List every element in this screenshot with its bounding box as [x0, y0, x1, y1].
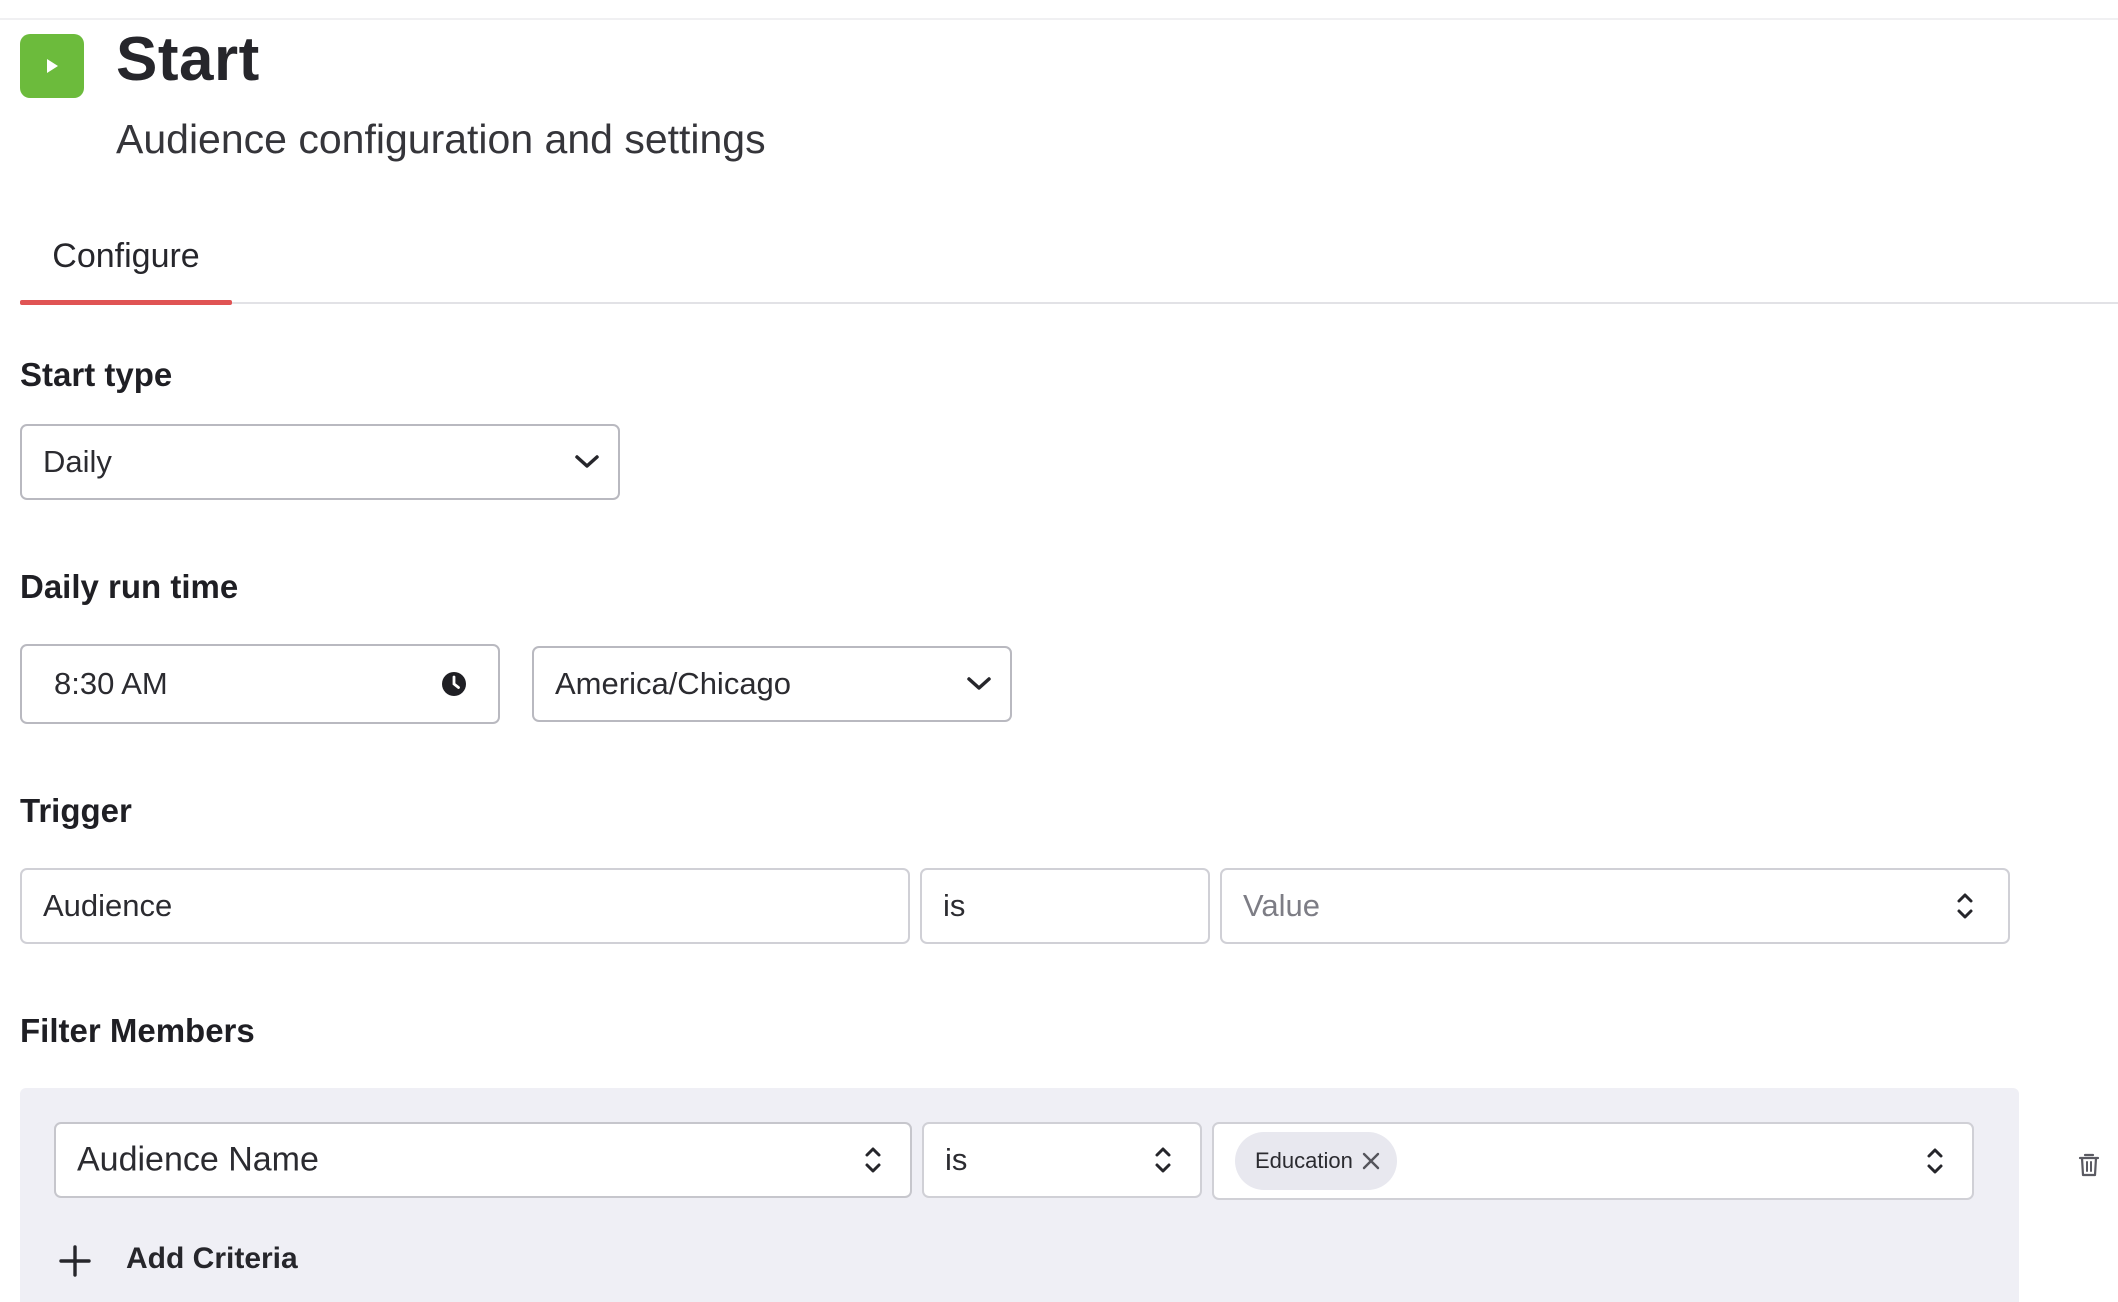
trash-icon — [2078, 1153, 2100, 1177]
delete-criteria-button[interactable] — [2078, 1152, 2100, 1183]
sort-arrows-icon — [1957, 893, 1973, 919]
run-time-input[interactable]: 8:30 AM — [20, 644, 500, 724]
trigger-operator-value: is — [943, 888, 966, 923]
chip-label: Education — [1255, 1148, 1353, 1173]
plus-icon — [59, 1245, 91, 1277]
page: Start Audience configuration and setting… — [0, 0, 2118, 1302]
value-chip-education: Education — [1235, 1132, 1397, 1190]
criteria-field-select[interactable]: Audience Name — [54, 1122, 912, 1198]
chevron-down-icon — [967, 677, 991, 690]
criteria-operator-value: is — [945, 1142, 968, 1177]
page-subtitle: Audience configuration and settings — [116, 116, 766, 162]
page-title: Start — [116, 25, 260, 94]
trigger-value-select[interactable]: Value — [1220, 868, 2010, 944]
daily-run-time-label: Daily run time — [20, 568, 239, 605]
criteria-operator-select[interactable]: is — [922, 1122, 1202, 1198]
run-time-value: 8:30 AM — [54, 666, 168, 701]
timezone-value: America/Chicago — [555, 666, 792, 701]
chevron-down-icon — [575, 455, 599, 468]
start-type-select[interactable]: Daily — [20, 424, 620, 500]
start-type-label: Start type — [20, 356, 173, 393]
timezone-select[interactable]: America/Chicago — [532, 646, 1012, 722]
trigger-operator-input[interactable]: is — [920, 868, 1210, 944]
filter-members-label: Filter Members — [20, 1012, 255, 1049]
trigger-label: Trigger — [20, 792, 132, 829]
trigger-field-value: Audience — [43, 888, 173, 923]
tab-configure[interactable]: Configure — [20, 228, 232, 306]
trigger-value-placeholder: Value — [1243, 888, 1320, 923]
sort-arrows-icon — [1927, 1148, 1943, 1174]
play-icon — [20, 34, 84, 98]
close-icon[interactable] — [1361, 1151, 1381, 1171]
tab-active-indicator — [20, 300, 232, 305]
top-divider — [0, 18, 2118, 20]
criteria-field-value: Audience Name — [77, 1140, 319, 1179]
add-criteria-label: Add Criteria — [126, 1242, 298, 1275]
clock-icon[interactable] — [440, 670, 468, 698]
start-type-value: Daily — [43, 444, 112, 479]
tab-configure-label: Configure — [52, 237, 200, 275]
sort-arrows-icon — [1155, 1147, 1171, 1173]
trigger-field-input[interactable]: Audience — [20, 868, 910, 944]
sort-arrows-icon — [865, 1147, 881, 1173]
tabs-divider — [20, 302, 2118, 304]
